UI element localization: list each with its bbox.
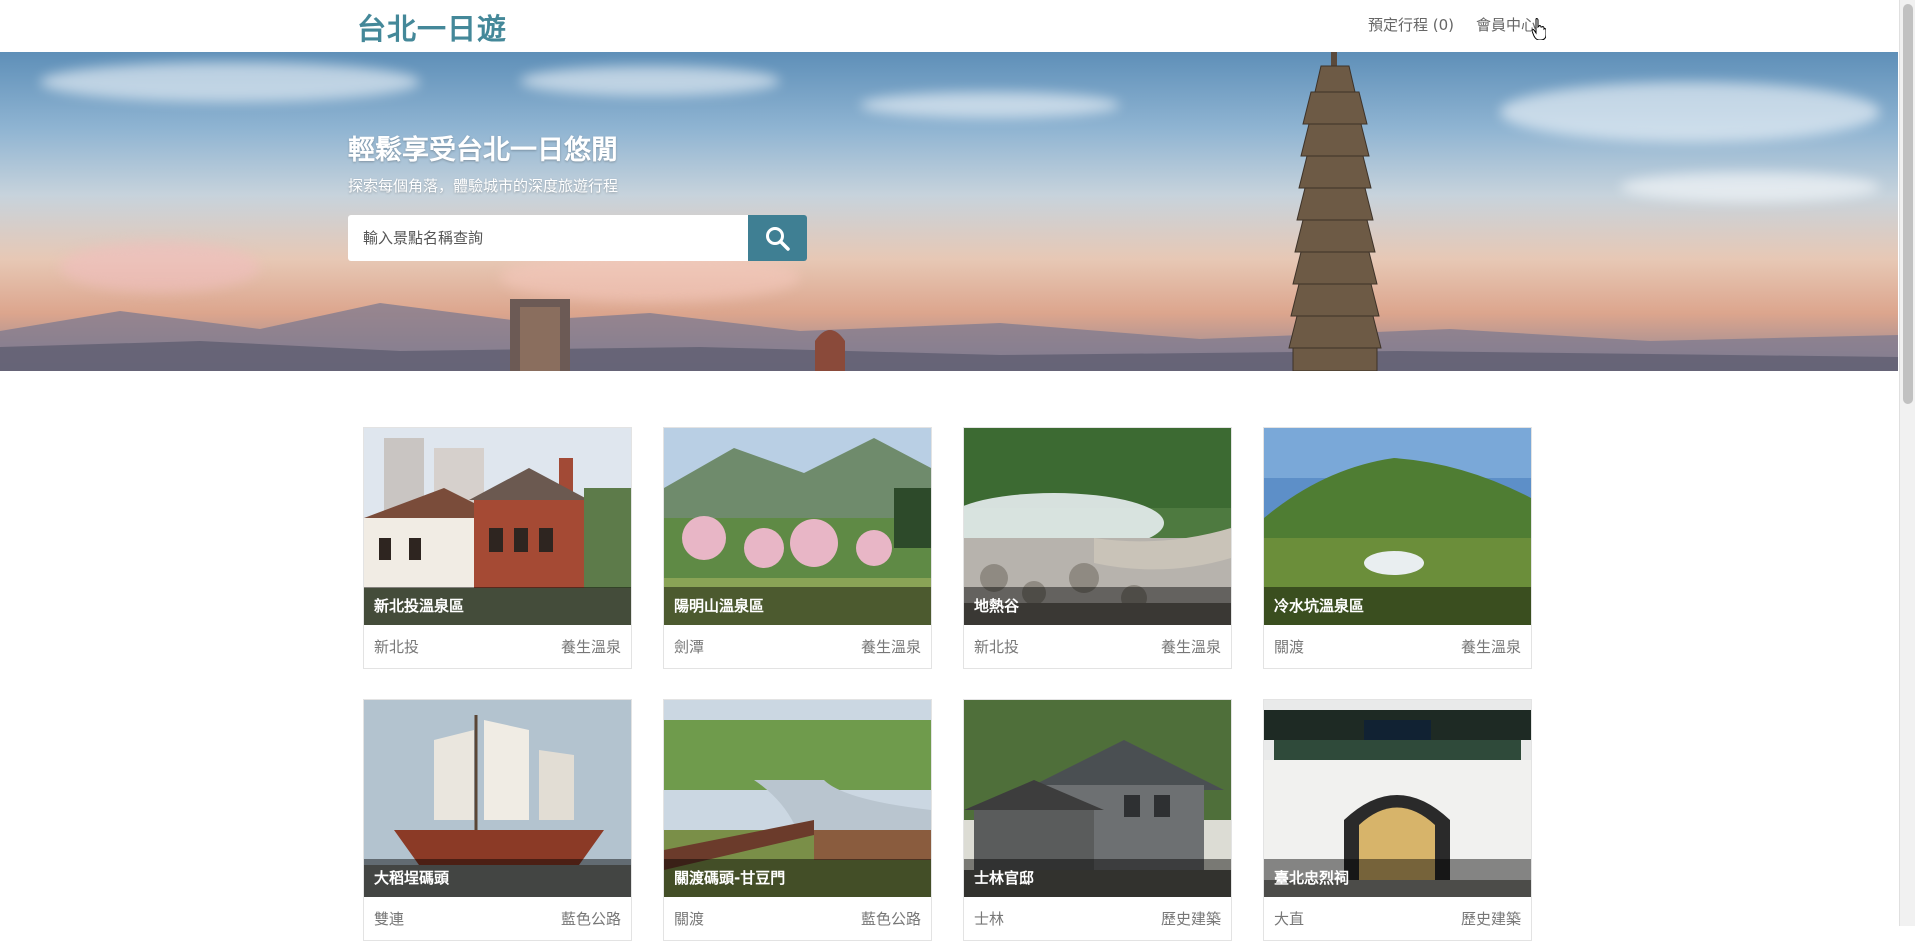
hero-banner: 輕鬆享受台北一日悠閒 探索每個角落，體驗城市的深度旅遊行程 — [0, 52, 1898, 371]
page-scrollbar[interactable] — [1899, 0, 1915, 926]
attraction-card[interactable]: 地熱谷 新北投 養生溫泉 — [963, 427, 1232, 669]
attraction-name: 陽明山溫泉區 — [674, 597, 765, 615]
nav-links: 預定行程 (0) 會員中心 — [1368, 14, 1536, 35]
attraction-card[interactable]: 新北投溫泉區 新北投 養生溫泉 — [363, 427, 632, 669]
attraction-meta: 關渡 養生溫泉 — [1274, 636, 1521, 657]
skyline-illustration — [0, 299, 1898, 371]
attraction-image[interactable]: 地熱谷 — [964, 428, 1231, 625]
attraction-area: 關渡 — [1274, 638, 1305, 656]
attraction-meta: 劍潭 養生溫泉 — [674, 636, 921, 657]
attraction-card[interactable]: 關渡碼頭-甘豆門 關渡 藍色公路 — [663, 699, 932, 941]
attraction-category: 養生溫泉 — [1460, 638, 1521, 656]
attraction-name: 士林官邸 — [974, 869, 1035, 887]
attraction-card[interactable]: 冷水坑溫泉區 關渡 養生溫泉 — [1263, 427, 1532, 669]
attraction-caption: 臺北忠烈祠 — [1264, 859, 1531, 897]
attraction-image[interactable]: 新北投溫泉區 — [364, 428, 631, 625]
attraction-image[interactable]: 臺北忠烈祠 — [1264, 700, 1531, 897]
hero-subtitle: 探索每個角落，體驗城市的深度旅遊行程 — [348, 177, 619, 195]
attraction-card[interactable]: 臺北忠烈祠 大直 歷史建築 — [1263, 699, 1532, 941]
hero-title: 輕鬆享受台北一日悠閒 — [348, 135, 618, 166]
attraction-image[interactable]: 關渡碼頭-甘豆門 — [664, 700, 931, 897]
attraction-card[interactable]: 大稻埕碼頭 雙連 藍色公路 — [363, 699, 632, 941]
attraction-area: 劍潭 — [674, 638, 705, 656]
attraction-area: 新北投 — [974, 638, 1020, 656]
attraction-caption: 新北投溫泉區 — [364, 587, 631, 625]
attraction-category: 養生溫泉 — [560, 638, 621, 656]
search-button[interactable] — [748, 215, 807, 261]
attraction-name: 新北投溫泉區 — [374, 597, 465, 615]
search-input[interactable] — [348, 215, 748, 261]
hand-cursor-icon — [1532, 18, 1546, 40]
attraction-caption: 士林官邸 — [964, 859, 1231, 897]
search-icon — [766, 227, 790, 251]
attraction-image[interactable]: 陽明山溫泉區 — [664, 428, 931, 625]
taipei-101-illustration — [1288, 52, 1382, 371]
attraction-caption: 冷水坑溫泉區 — [1264, 587, 1531, 625]
attraction-name: 地熱谷 — [974, 597, 1020, 615]
attraction-caption: 大稻埕碼頭 — [364, 859, 631, 897]
attraction-card[interactable]: 陽明山溫泉區 劍潭 養生溫泉 — [663, 427, 932, 669]
member-center-link[interactable]: 會員中心 — [1476, 14, 1536, 35]
attraction-image[interactable]: 冷水坑溫泉區 — [1264, 428, 1531, 625]
attraction-name: 關渡碼頭-甘豆門 — [674, 869, 786, 887]
site-brand[interactable]: 台北一日遊 — [357, 6, 507, 48]
booking-link[interactable]: 預定行程 (0) — [1368, 14, 1454, 35]
attraction-card[interactable]: 士林官邸 士林 歷史建築 — [963, 699, 1232, 941]
attraction-name: 大稻埕碼頭 — [374, 869, 450, 887]
top-navbar: 台北一日遊 預定行程 (0) 會員中心 — [0, 0, 1898, 53]
attraction-image[interactable]: 大稻埕碼頭 — [364, 700, 631, 897]
attraction-name: 冷水坑溫泉區 — [1274, 597, 1365, 615]
attraction-caption: 關渡碼頭-甘豆門 — [664, 859, 931, 897]
scrollbar-thumb[interactable] — [1903, 4, 1913, 404]
attraction-caption: 陽明山溫泉區 — [664, 587, 931, 625]
attraction-category: 養生溫泉 — [860, 638, 921, 656]
attraction-category: 養生溫泉 — [1160, 638, 1221, 656]
attraction-image[interactable]: 士林官邸 — [964, 700, 1231, 897]
attraction-name: 臺北忠烈祠 — [1274, 869, 1350, 887]
attraction-area: 新北投 — [374, 638, 420, 656]
attraction-meta: 新北投 養生溫泉 — [374, 636, 621, 657]
attraction-meta: 新北投 養生溫泉 — [974, 636, 1221, 657]
attraction-caption: 地熱谷 — [964, 587, 1231, 625]
